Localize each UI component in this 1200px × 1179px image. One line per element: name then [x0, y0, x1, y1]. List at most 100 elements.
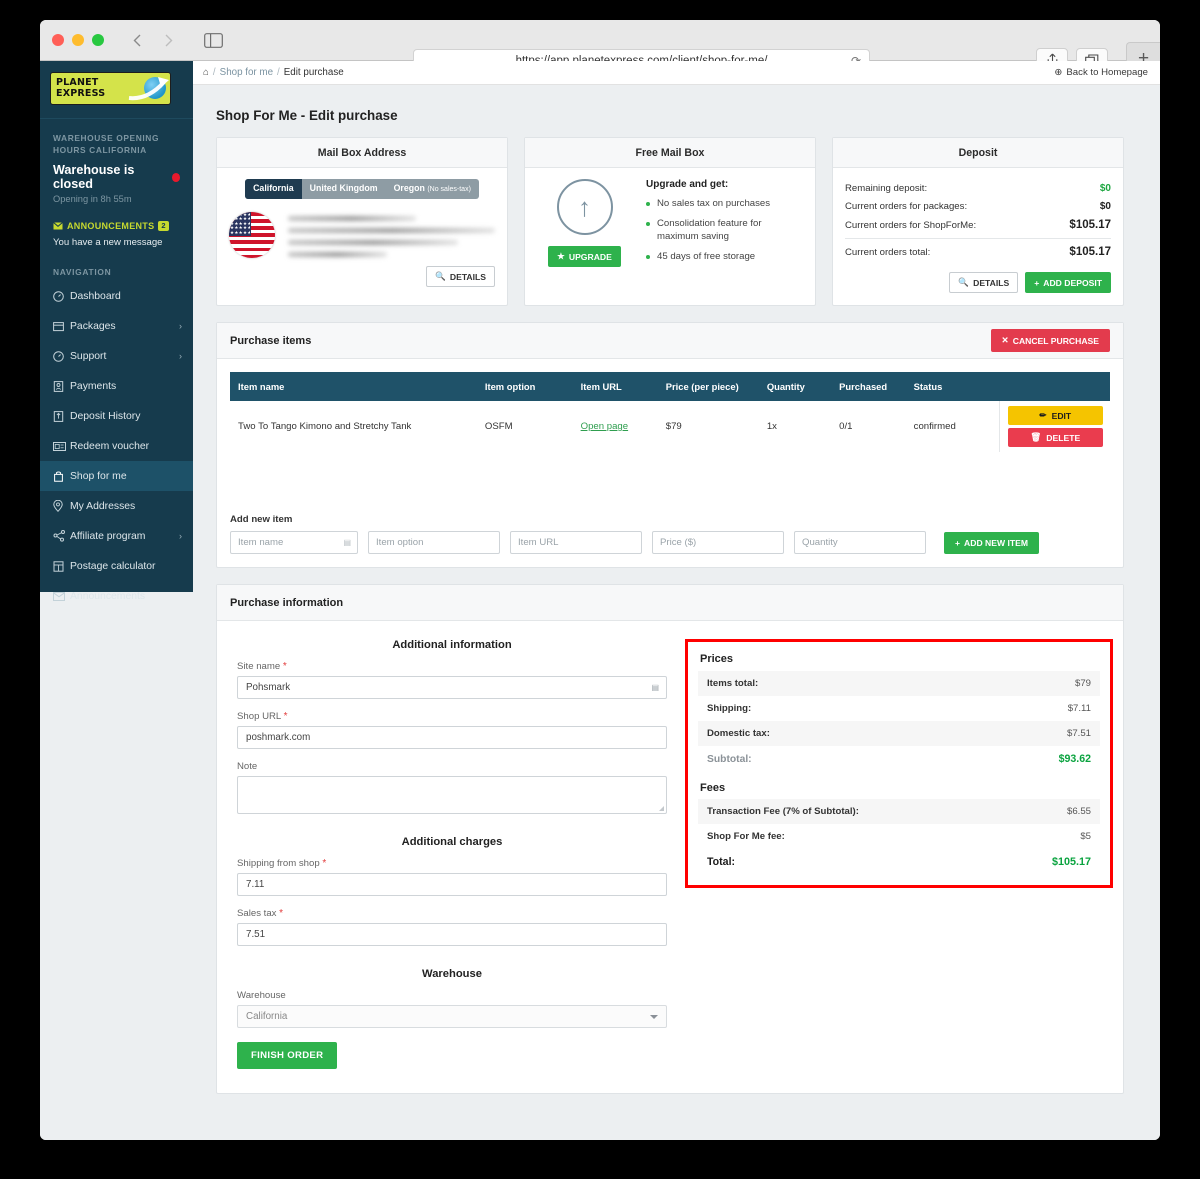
new-item-option-input[interactable]: Item option	[368, 531, 500, 554]
cancel-purchase-button[interactable]: ✕ CANCEL PURCHASE	[990, 329, 1110, 352]
back-button[interactable]	[122, 28, 152, 52]
free-mailbox-card-title: Free Mail Box	[525, 138, 815, 168]
clipboard-icon[interactable]: ▤	[651, 683, 659, 692]
new-item-quantity-input[interactable]: Quantity	[794, 531, 926, 554]
search-icon: 🔍	[958, 277, 970, 287]
breadcrumb: ⌂ / Shop for me / Edit purchase	[203, 67, 344, 78]
announcements-heading[interactable]: ANNOUNCEMENTS 2	[53, 221, 180, 231]
clipboard-icon[interactable]: ▤	[343, 538, 351, 547]
deposit-row: Current orders for ShopForMe: $105.17	[845, 215, 1111, 234]
maximize-window-button[interactable]	[92, 34, 104, 46]
plus-icon: +	[1034, 277, 1040, 288]
new-item-price-input[interactable]: Price ($)	[652, 531, 784, 554]
total-value: $105.17	[1051, 856, 1091, 868]
summary-cards-row: Mail Box Address California United Kingd…	[216, 137, 1124, 306]
map-pin-icon	[53, 500, 70, 512]
sidebar-item-label: Support	[70, 350, 107, 362]
purchase-information-header: Purchase information	[217, 585, 1123, 621]
add-deposit-label: ADD DEPOSIT	[1043, 277, 1102, 288]
subtotal-label: Subtotal:	[707, 753, 752, 765]
new-item-name-input[interactable]: Item name ▤	[230, 531, 358, 554]
upgrade-button[interactable]: ★ UPGRADE	[548, 246, 621, 267]
breadcrumb-link-shop-for-me[interactable]: Shop for me	[220, 67, 273, 78]
column-status: Status	[905, 372, 1000, 401]
back-to-homepage-link[interactable]: ⊕ Back to Homepage	[1054, 67, 1148, 78]
price-row-value: $79	[1074, 678, 1091, 689]
minimize-window-button[interactable]	[72, 34, 84, 46]
logo-line-2: EXPRESS	[56, 87, 106, 99]
purchase-items-header: Purchase items ✕ CANCEL PURCHASE	[217, 323, 1123, 359]
purchase-information-title: Purchase information	[230, 596, 344, 609]
tab-oregon[interactable]: Oregon (No sales-tax)	[386, 179, 479, 199]
sidebar-item-announcements[interactable]: Announcements	[40, 581, 193, 611]
logo-area[interactable]: PLANET EXPRESS	[40, 61, 193, 119]
delete-item-button[interactable]: 🗑 DELETE	[1007, 428, 1103, 447]
search-icon: 🔍	[435, 271, 446, 281]
shop-url-input[interactable]: poshmark.com	[237, 726, 667, 749]
deposit-details-button[interactable]: 🔍 DETAILS	[949, 272, 1019, 293]
price-row-label: Shipping:	[707, 703, 752, 714]
calculator-icon	[53, 560, 70, 572]
share-node-icon	[53, 530, 70, 542]
mailbox-details-label: DETAILS	[449, 271, 486, 282]
delete-label: DELETE	[1046, 432, 1081, 443]
column-item-name: Item name	[230, 372, 477, 401]
forward-button[interactable]	[154, 28, 184, 52]
finish-order-label: FINISH ORDER	[251, 1050, 324, 1061]
home-icon[interactable]: ⌂	[203, 67, 209, 78]
sidebar-item-my-addresses[interactable]: My Addresses	[40, 491, 193, 521]
list-item: No sales tax on purchases	[646, 197, 803, 211]
warehouse-selected-value: California	[246, 1011, 288, 1022]
sidebar-item-support[interactable]: Support ›	[40, 341, 193, 371]
edit-label: EDIT	[1051, 410, 1072, 421]
close-window-button[interactable]	[52, 34, 64, 46]
warehouse-select[interactable]: California	[237, 1005, 667, 1028]
placeholder-text: Price ($)	[660, 537, 697, 548]
edit-item-button[interactable]: ✏ EDIT	[1007, 406, 1103, 425]
finish-order-button[interactable]: FINISH ORDER	[237, 1042, 338, 1069]
price-row-items-total: Items total: $79	[698, 671, 1100, 696]
required-marker: *	[279, 908, 284, 919]
sidebar-item-shop-for-me[interactable]: Shop for me	[40, 461, 193, 491]
mailbox-details-button[interactable]: 🔍 DETAILS	[426, 266, 495, 287]
placeholder-text: Quantity	[802, 537, 838, 548]
add-deposit-button[interactable]: + ADD DEPOSIT	[1025, 272, 1111, 293]
purchase-items-header-actions: ✕ CANCEL PURCHASE	[990, 329, 1110, 352]
free-mailbox-card-body: ↑ ★ UPGRADE Upgrade and get: No sales ta…	[525, 168, 815, 281]
tab-california[interactable]: California	[245, 179, 302, 199]
sidebar-item-label: Redeem voucher	[70, 440, 150, 452]
sidebar-item-affiliate-program[interactable]: Affiliate program ›	[40, 521, 193, 551]
sidebar-item-dashboard[interactable]: Dashboard	[40, 281, 193, 311]
new-item-url-input[interactable]: Item URL	[510, 531, 642, 554]
deposit-details-label: DETAILS	[973, 277, 1010, 288]
sidebar-item-postage-calculator[interactable]: Postage calculator	[40, 551, 193, 581]
sidebar-item-label: Shop for me	[70, 470, 127, 482]
prices-summary-box: Prices Items total: $79 Shipping: $7.11	[685, 639, 1113, 888]
sales-tax-input[interactable]: 7.51	[237, 923, 667, 946]
warehouse-status: Warehouse is closed	[53, 163, 180, 191]
deposit-total-label: Current orders total:	[845, 246, 931, 258]
upgrade-label: UPGRADE	[568, 251, 612, 262]
sidebar-toggle-button[interactable]	[198, 29, 228, 51]
content-area: ⌂ / Shop for me / Edit purchase ⊕ Back t…	[193, 61, 1160, 1140]
price-row-subtotal: Subtotal: $93.62	[698, 746, 1100, 772]
open-page-link[interactable]: Open page	[581, 421, 628, 432]
sidebar-item-packages[interactable]: Packages ›	[40, 311, 193, 341]
sidebar-item-payments[interactable]: Payments	[40, 371, 193, 401]
deposit-row-value: $105.17	[1069, 218, 1111, 231]
fee-row-label: Shop For Me fee:	[707, 831, 785, 842]
shop-url-label-text: Shop URL	[237, 711, 281, 722]
table-row: Two To Tango Kimono and Stretchy Tank OS…	[230, 401, 1110, 452]
sidebar-toggle-icon	[203, 32, 223, 48]
tab-united-kingdom[interactable]: United Kingdom	[302, 179, 386, 199]
shipping-from-shop-input[interactable]: 7.11	[237, 873, 667, 896]
add-new-item-button[interactable]: + ADD NEW ITEM	[944, 531, 1040, 554]
sidebar-item-redeem-voucher[interactable]: Redeem voucher	[40, 431, 193, 461]
warehouse-section-title: Warehouse	[422, 968, 482, 980]
deposit-card-body: Remaining deposit: $0 Current orders for…	[833, 168, 1123, 305]
deposit-icon	[53, 410, 70, 422]
sidebar-item-deposit-history[interactable]: Deposit History	[40, 401, 193, 431]
placeholder-text: Item name	[238, 537, 284, 548]
site-name-input[interactable]: Pohsmark ▤	[237, 676, 667, 699]
note-textarea[interactable]	[237, 776, 667, 814]
